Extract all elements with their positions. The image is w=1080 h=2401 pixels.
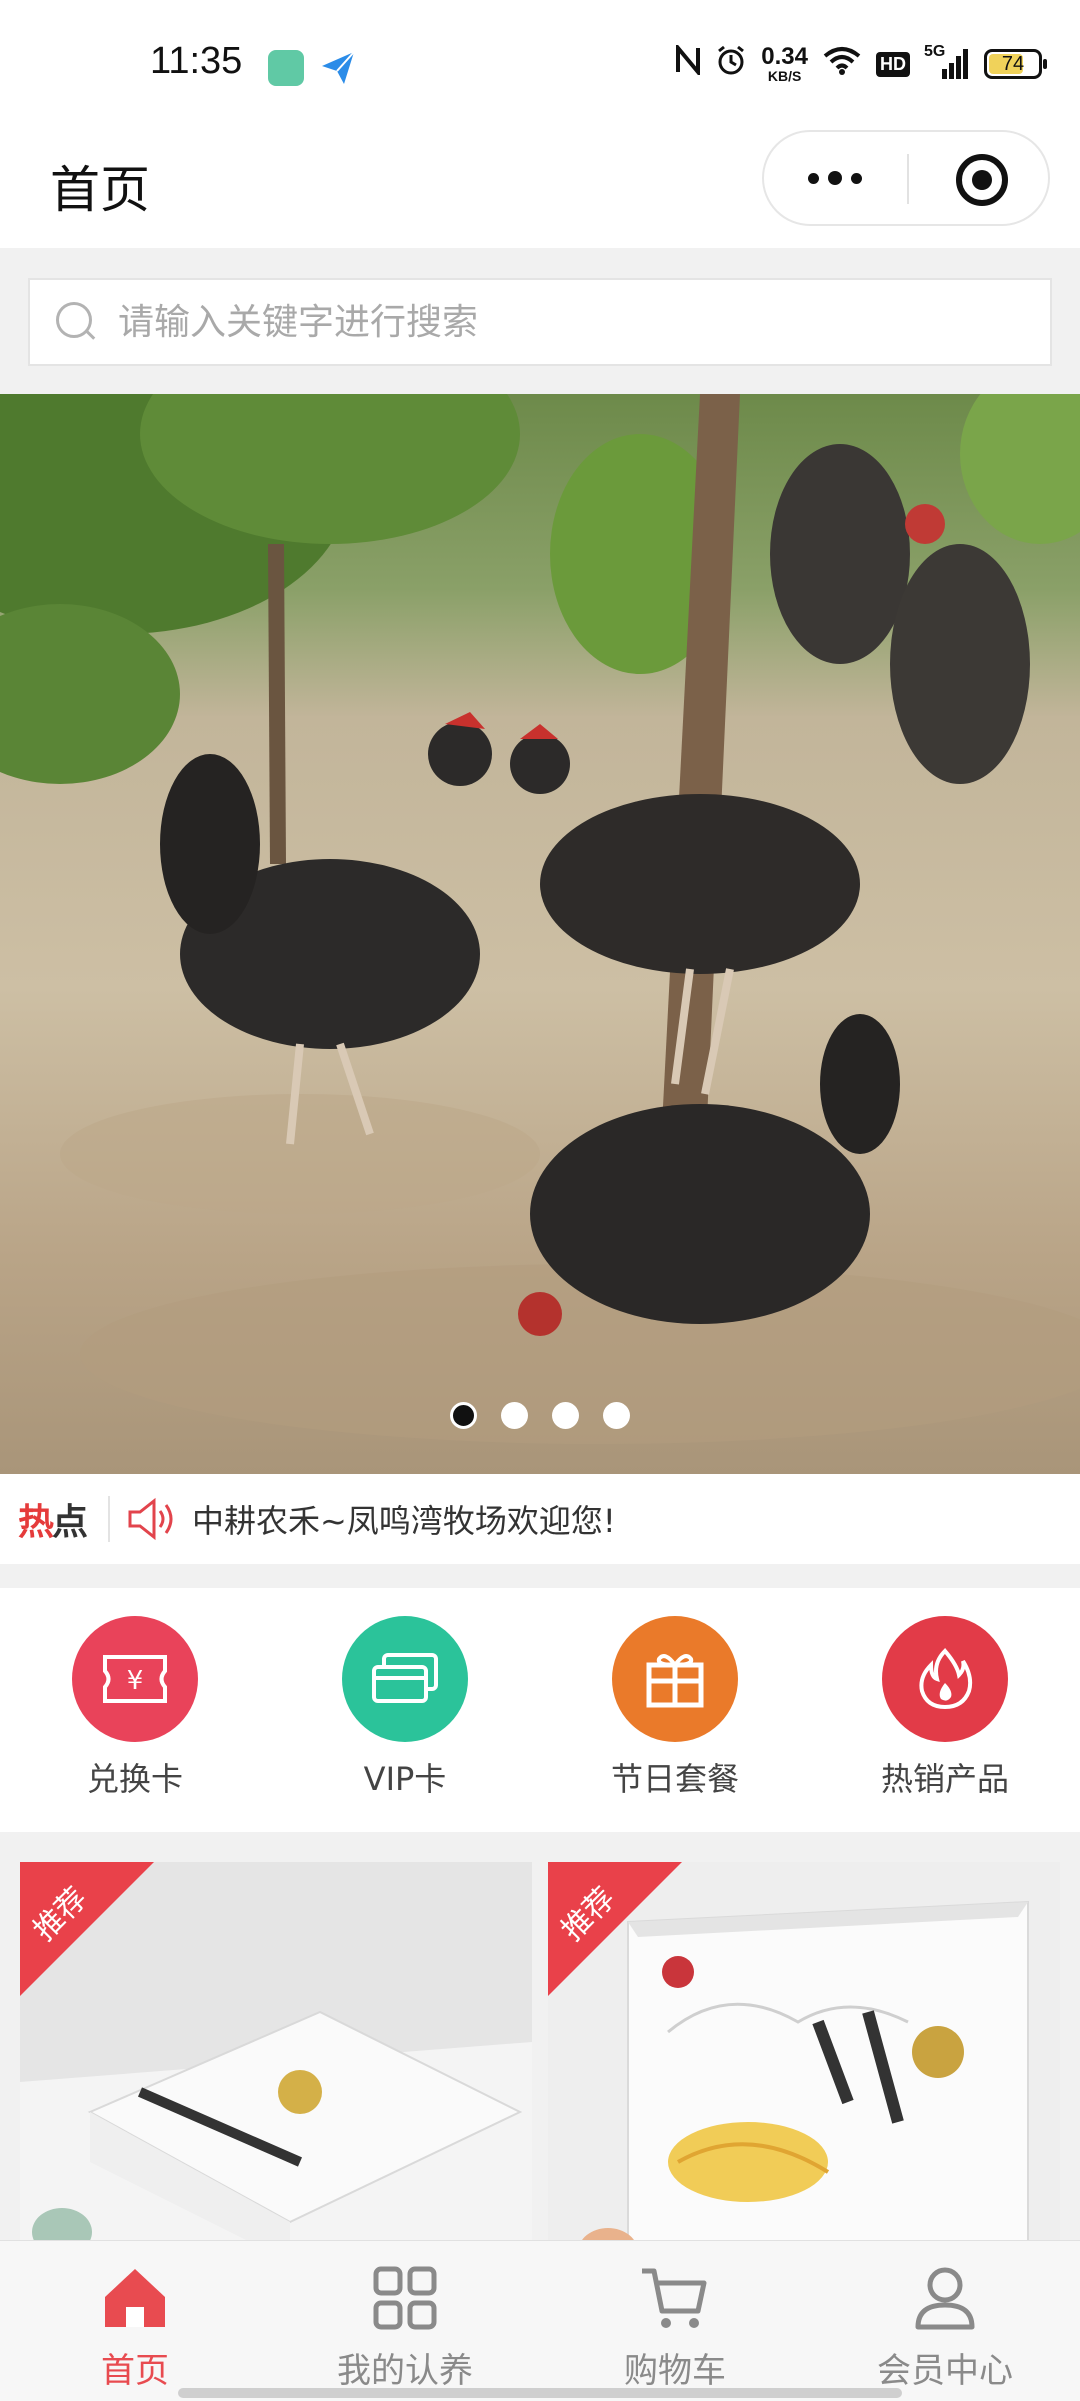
product-grid: 推荐 推荐 xyxy=(0,1832,1080,2262)
tab-member-center[interactable]: 会员中心 xyxy=(845,2263,1045,2392)
category-icon-circle: ¥ xyxy=(72,1616,198,1742)
alarm-icon xyxy=(715,44,747,84)
category-hot-products[interactable]: 热销产品 xyxy=(855,1616,1035,1800)
speaker-icon xyxy=(126,1496,178,1542)
carousel-indicators xyxy=(0,1402,1080,1429)
hot-logo: 热点 xyxy=(18,1493,88,1545)
category-label: 热销产品 xyxy=(880,1760,1009,1798)
hot-divider xyxy=(108,1496,111,1542)
cellular-signal-icon: 5G xyxy=(924,43,970,81)
tab-cart[interactable]: 购物车 xyxy=(575,2263,775,2392)
carousel-dot[interactable] xyxy=(450,1402,477,1429)
search-bar xyxy=(0,250,1080,394)
search-icon xyxy=(54,300,98,344)
category-icon-circle xyxy=(612,1616,738,1742)
carousel-dot[interactable] xyxy=(603,1402,630,1429)
category-exchange-card[interactable]: ¥ 兑换卡 xyxy=(45,1616,225,1800)
carousel-dot[interactable] xyxy=(501,1402,528,1429)
exchange-card-icon: ¥ xyxy=(103,1655,167,1703)
tab-label: 首页 xyxy=(101,2351,169,2391)
miniprogram-capsule xyxy=(762,130,1050,226)
user-icon xyxy=(915,2267,975,2330)
close-miniprogram-icon[interactable] xyxy=(956,154,1008,206)
home-icon xyxy=(105,2269,165,2327)
status-bar: 11:35 0.34 KB/S HD 5G 74 xyxy=(0,0,1080,130)
send-app-icon xyxy=(320,50,356,86)
wifi-icon xyxy=(822,45,862,83)
grid-icon xyxy=(373,2266,437,2330)
nfc-icon xyxy=(675,42,701,83)
page-title: 首页 xyxy=(50,161,150,219)
category-label: 节日套餐 xyxy=(610,1760,739,1798)
category-label: 兑换卡 xyxy=(86,1760,183,1798)
category-label: VIP卡 xyxy=(363,1760,447,1798)
svg-text:¥: ¥ xyxy=(127,1666,144,1696)
banner-image xyxy=(0,394,1080,1444)
tab-home[interactable]: 首页 xyxy=(35,2263,235,2392)
hot-logo-char: 点 xyxy=(52,1502,88,1543)
notification-app-icon xyxy=(268,50,304,86)
cart-icon xyxy=(642,2268,707,2328)
home-indicator xyxy=(178,2388,902,2398)
net-speed-unit: KB/S xyxy=(767,68,802,84)
tab-my-adoption[interactable]: 我的认养 xyxy=(305,2263,505,2392)
bottom-tab-bar: 首页 我的认养 购物车 会员中心 xyxy=(0,2240,1080,2401)
fire-icon xyxy=(919,1648,973,1710)
status-icons: 0.34 KB/S HD 5G 74 xyxy=(675,42,1047,84)
banner-carousel[interactable] xyxy=(0,394,1080,1474)
product-card[interactable]: 推荐 xyxy=(548,1862,1060,2262)
battery-level: 74 xyxy=(1001,52,1025,75)
net-speed-value: 0.34 xyxy=(761,43,808,70)
category-icon-circle xyxy=(342,1616,468,1742)
hd-badge: HD xyxy=(876,51,910,77)
vip-card-icon xyxy=(372,1653,438,1703)
tab-label: 会员中心 xyxy=(877,2351,1013,2391)
category-icon-circle xyxy=(882,1616,1008,1742)
category-holiday-package[interactable]: 节日套餐 xyxy=(585,1616,765,1800)
more-dot-icon xyxy=(808,172,819,184)
net-speed: 0.34 KB/S xyxy=(761,43,808,84)
carousel-dot[interactable] xyxy=(552,1402,579,1429)
status-time: 11:35 xyxy=(150,40,243,82)
gift-box-icon xyxy=(646,1654,704,1708)
more-dot-icon xyxy=(828,171,842,185)
category-vip-card[interactable]: VIP卡 xyxy=(315,1616,495,1800)
tab-label: 购物车 xyxy=(624,2351,726,2391)
product-card[interactable]: 推荐 xyxy=(20,1862,532,2262)
category-grid: ¥ 兑换卡 VIP卡 节日套餐 热销产品 xyxy=(0,1588,1080,1832)
hot-news-bar[interactable]: 热点 中耕农禾~凤鸣湾牧场欢迎您! xyxy=(0,1474,1080,1564)
hot-logo-char: 热 xyxy=(18,1502,54,1543)
hot-news-text: 中耕农禾~凤鸣湾牧场欢迎您! xyxy=(192,1502,616,1540)
search-input[interactable] xyxy=(116,300,1050,344)
more-button[interactable] xyxy=(764,132,906,224)
tab-label: 我的认养 xyxy=(337,2351,473,2391)
title-bar: 首页 xyxy=(0,130,1080,248)
search-box[interactable] xyxy=(28,278,1052,366)
battery-indicator: 74 xyxy=(984,49,1047,79)
more-dot-icon xyxy=(851,172,862,184)
capsule-divider xyxy=(907,154,909,204)
